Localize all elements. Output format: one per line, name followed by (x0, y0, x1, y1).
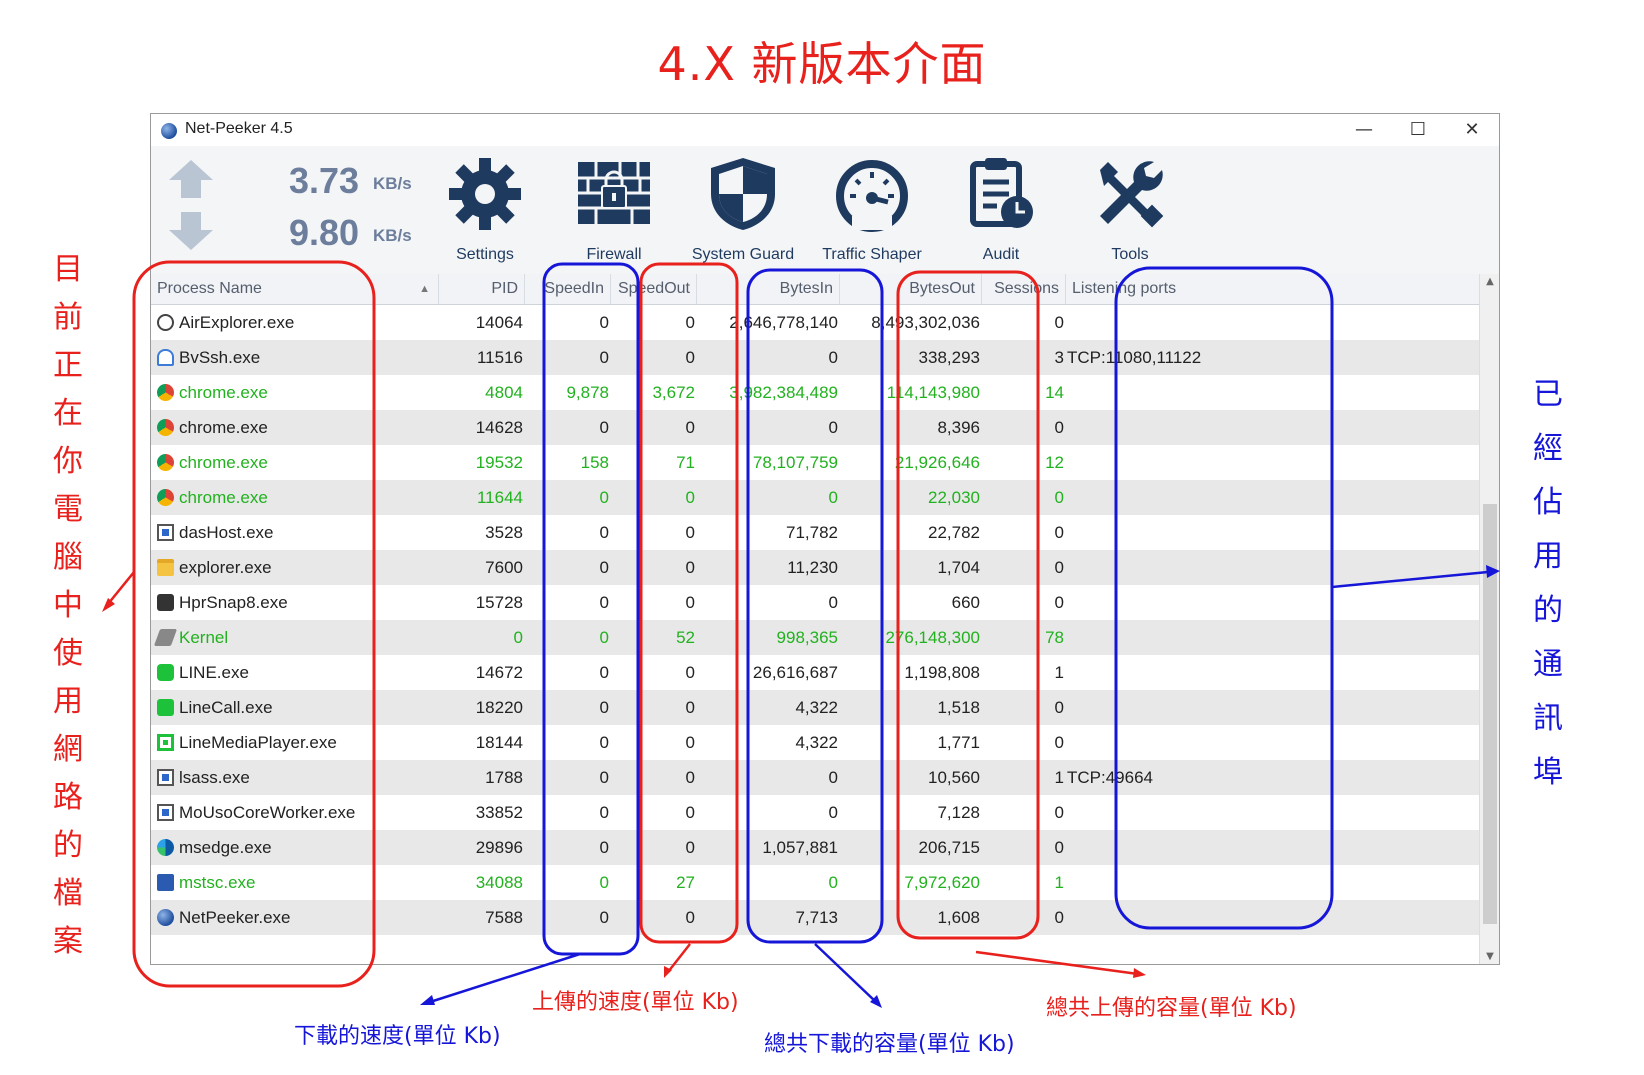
speedout-column-highlight (639, 262, 739, 944)
annotation-total-upload: 總共上傳的容量(單位 Kb) (1046, 996, 1297, 1021)
ports-column-highlight (1114, 266, 1334, 930)
upload-speed-arrow (667, 943, 691, 973)
annotation-overlay (102, 260, 1500, 1008)
ports-arrow (1331, 570, 1489, 589)
speedin-column-highlight (542, 262, 640, 956)
process-column-highlight (132, 260, 376, 988)
bytesin-column-highlight (746, 268, 884, 944)
annotation-occupied-ports: 已經佔用的通訊埠 (1533, 377, 1563, 790)
annotation-running-files: 目前正在你電腦中使用網路的檔案 (53, 252, 83, 959)
annotation-download-speed: 下載的速度(單位 Kb) (294, 1024, 501, 1049)
bytesout-column-highlight (896, 270, 1040, 940)
total-download-arrow (814, 943, 877, 1003)
total-upload-arrow (975, 950, 1139, 976)
annotation-total-download: 總共下載的容量(單位 Kb) (764, 1032, 1015, 1057)
annotation-upload-speed: 上傳的速度(單位 Kb) (532, 990, 739, 1015)
process-arrow (107, 571, 135, 605)
